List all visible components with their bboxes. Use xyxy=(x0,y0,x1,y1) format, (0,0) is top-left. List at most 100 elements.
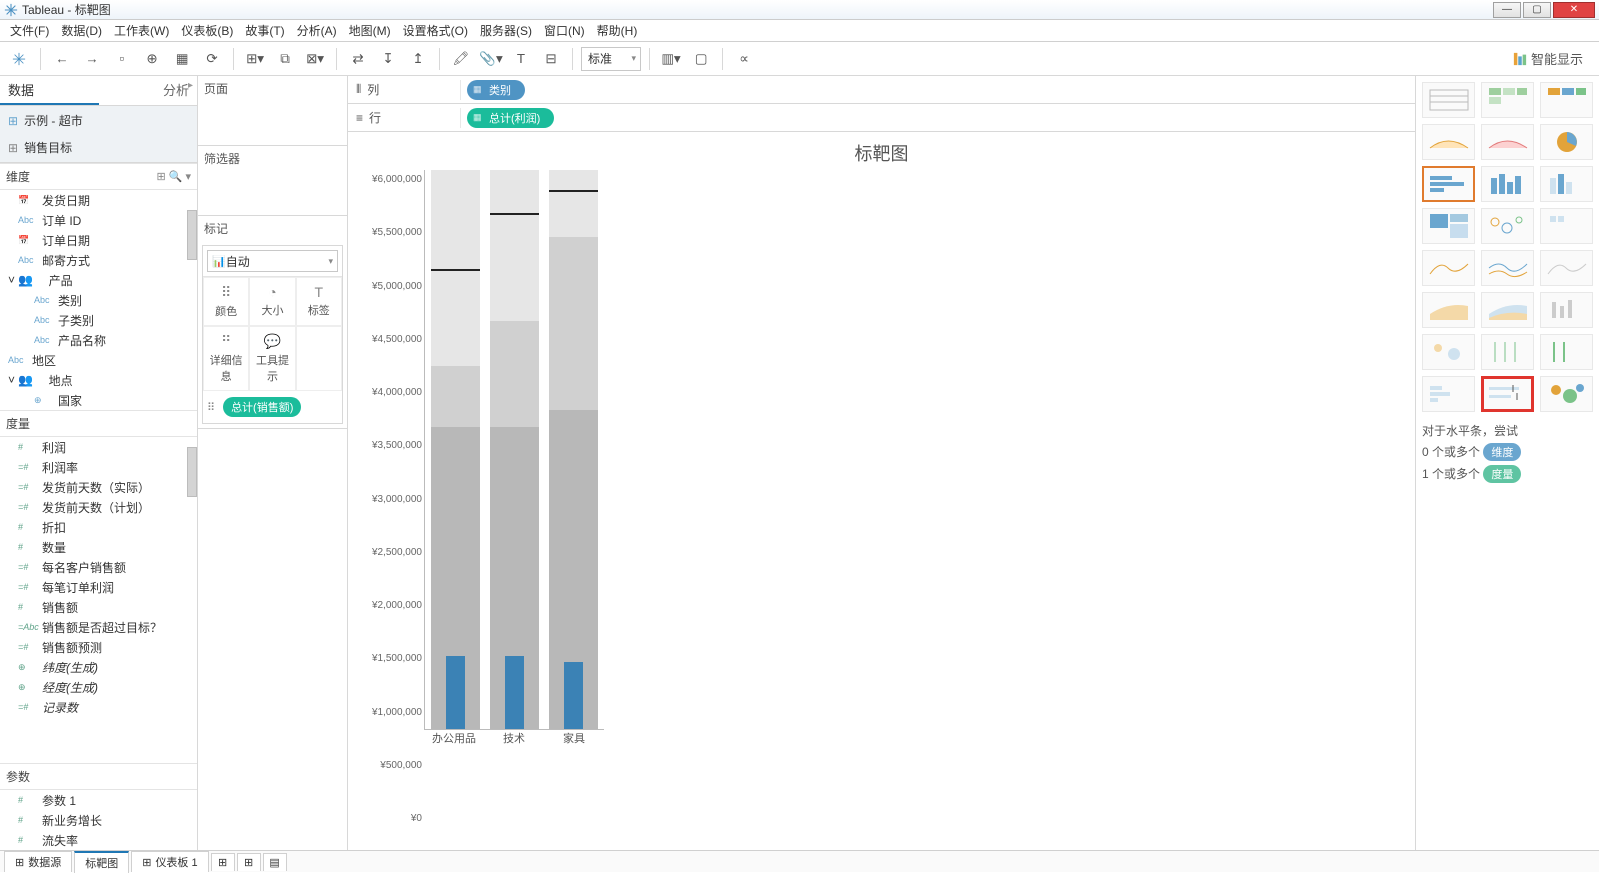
menu-server[interactable]: 服务器(S) xyxy=(474,20,538,41)
new-dashboard-button[interactable]: ⊞ xyxy=(237,853,261,871)
showme-viz-2[interactable] xyxy=(1540,82,1593,118)
show-me-toolbar-button[interactable]: ▥▾ xyxy=(658,46,684,72)
duplicate-button[interactable]: ⧉ xyxy=(272,46,298,72)
showme-viz-16[interactable] xyxy=(1481,292,1534,328)
menu-help[interactable]: 帮助(H) xyxy=(591,20,644,41)
showme-viz-4[interactable] xyxy=(1481,124,1534,160)
showme-viz-7[interactable] xyxy=(1481,166,1534,202)
tab-analysis[interactable]: 分析 xyxy=(99,76,198,105)
chart-plot[interactable] xyxy=(424,170,604,730)
fit-select[interactable]: 标准 xyxy=(581,47,641,71)
new-worksheet-button[interactable]: ⊞ xyxy=(211,853,235,871)
sort-asc-button[interactable]: ↧ xyxy=(375,46,401,72)
dim-product-name[interactable]: Abc产品名称 xyxy=(0,330,197,350)
showme-viz-14[interactable] xyxy=(1540,250,1593,286)
text-button[interactable]: T xyxy=(508,46,534,72)
showme-viz-22[interactable] xyxy=(1481,376,1534,412)
menu-format[interactable]: 设置格式(O) xyxy=(397,20,474,41)
meas-sales-per-cust[interactable]: =#每名客户销售额 xyxy=(0,557,197,577)
rows-pill-profit[interactable]: 总计(利润) xyxy=(467,108,554,128)
dim-order-date[interactable]: 📅订单日期 xyxy=(0,230,197,250)
new-data-button[interactable]: ⊕ xyxy=(139,46,165,72)
save-button[interactable]: ▫ xyxy=(109,46,135,72)
menu-analysis[interactable]: 分析(A) xyxy=(291,20,343,41)
meas-sales[interactable]: #销售额 xyxy=(0,597,197,617)
showme-viz-3[interactable] xyxy=(1422,124,1475,160)
showme-viz-13[interactable] xyxy=(1481,250,1534,286)
meas-lat[interactable]: ⊕纬度(生成) xyxy=(0,657,197,677)
meas-quantity[interactable]: #数量 xyxy=(0,537,197,557)
datasource-sales-target[interactable]: ⊞销售目标 xyxy=(8,137,72,158)
menu-worksheet[interactable]: 工作表(W) xyxy=(108,20,175,41)
dim-ship-date[interactable]: 📅发货日期 xyxy=(0,190,197,210)
mark-type-select[interactable]: 📊 自动 xyxy=(207,250,338,272)
sort-desc-button[interactable]: ↥ xyxy=(405,46,431,72)
meas-sales-over-target[interactable]: =Abc销售额是否超过目标？ xyxy=(0,617,197,637)
new-story-button[interactable]: ▤ xyxy=(263,853,287,871)
tableau-icon[interactable] xyxy=(6,46,32,72)
show-me-toggle[interactable]: 智能显示 xyxy=(1513,49,1583,68)
mark-pill-sales[interactable]: 总计(销售额) xyxy=(223,397,301,417)
mark-color[interactable]: ⠿颜色 xyxy=(203,277,249,326)
showme-viz-12[interactable] xyxy=(1422,250,1475,286)
dim-product-group[interactable]: ˅ 👥 产品 xyxy=(0,270,197,290)
minimize-button[interactable]: — xyxy=(1493,2,1521,18)
highlight-button[interactable]: 🖍 xyxy=(448,46,474,72)
dim-country[interactable]: ⊕国家 xyxy=(0,390,197,410)
menu-dashboard[interactable]: 仪表板(B) xyxy=(175,20,239,41)
filters-shelf[interactable] xyxy=(204,171,341,211)
showme-viz-20[interactable] xyxy=(1540,334,1593,370)
dims-scrollbar[interactable] xyxy=(187,210,197,260)
showme-viz-5[interactable] xyxy=(1540,124,1593,160)
dim-ship-mode[interactable]: Abc邮寄方式 xyxy=(0,250,197,270)
meas-days-plan[interactable]: =#发货前天数（计划） xyxy=(0,497,197,517)
dim-category[interactable]: Abc类别 xyxy=(0,290,197,310)
showme-viz-11[interactable] xyxy=(1540,208,1593,244)
param-churn[interactable]: #流失率 xyxy=(0,830,197,850)
bar-furniture[interactable] xyxy=(549,170,598,729)
tab-sheet-bullet[interactable]: 标靶图 xyxy=(74,851,129,873)
showme-viz-6[interactable] xyxy=(1422,166,1475,202)
meas-profit-ratio[interactable]: =#利润率 xyxy=(0,457,197,477)
share-button[interactable]: ∝ xyxy=(731,46,757,72)
bar-tech[interactable] xyxy=(490,170,539,729)
showme-viz-10[interactable] xyxy=(1481,208,1534,244)
datasource-superstore[interactable]: ⊞示例 - 超市 xyxy=(8,110,83,131)
tab-data[interactable]: 数据 xyxy=(0,76,99,105)
mark-size[interactable]: ◔大小 xyxy=(249,277,295,326)
swap-button[interactable]: ⇄ xyxy=(345,46,371,72)
dim-region[interactable]: Abc地区 xyxy=(0,350,197,370)
mark-detail[interactable]: ⠛详细信息 xyxy=(203,326,249,391)
meas-count[interactable]: =#记录数 xyxy=(0,697,197,717)
group-button[interactable]: 📎▾ xyxy=(478,46,504,72)
param-1[interactable]: #参数 1 xyxy=(0,790,197,810)
columns-shelf[interactable]: 类别 xyxy=(460,80,1415,100)
param-growth[interactable]: #新业务增长 xyxy=(0,810,197,830)
mark-tooltip[interactable]: 💬工具提示 xyxy=(249,326,295,391)
menu-window[interactable]: 窗口(N) xyxy=(538,20,591,41)
new-sheet-button[interactable]: ⊞▾ xyxy=(242,46,268,72)
tab-datasource[interactable]: ⊞数据源 xyxy=(4,851,72,872)
menu-file[interactable]: 文件(F) xyxy=(4,20,55,41)
showme-viz-23[interactable] xyxy=(1540,376,1593,412)
menu-map[interactable]: 地图(M) xyxy=(343,20,397,41)
presentation-button[interactable]: ▢ xyxy=(688,46,714,72)
showme-viz-9[interactable] xyxy=(1422,208,1475,244)
tab-dashboard1[interactable]: ⊞仪表板 1 xyxy=(131,851,208,872)
back-button[interactable]: ← xyxy=(49,46,75,72)
pages-shelf[interactable] xyxy=(204,101,341,141)
meas-scrollbar[interactable] xyxy=(187,447,197,497)
meas-lng[interactable]: ⊕经度(生成) xyxy=(0,677,197,697)
menu-data[interactable]: 数据(D) xyxy=(55,20,108,41)
close-button[interactable]: ✕ xyxy=(1553,2,1595,18)
showme-viz-0[interactable] xyxy=(1422,82,1475,118)
menu-story[interactable]: 故事(T) xyxy=(239,20,290,41)
showme-viz-21[interactable] xyxy=(1422,376,1475,412)
meas-days-actual[interactable]: =#发货前天数（实际） xyxy=(0,477,197,497)
meas-profit-per-order[interactable]: =#每笔订单利润 xyxy=(0,577,197,597)
show-hide-button[interactable]: ⊟ xyxy=(538,46,564,72)
forward-button[interactable]: → xyxy=(79,46,105,72)
showme-viz-19[interactable] xyxy=(1481,334,1534,370)
showme-viz-15[interactable] xyxy=(1422,292,1475,328)
bar-office[interactable] xyxy=(431,170,480,729)
